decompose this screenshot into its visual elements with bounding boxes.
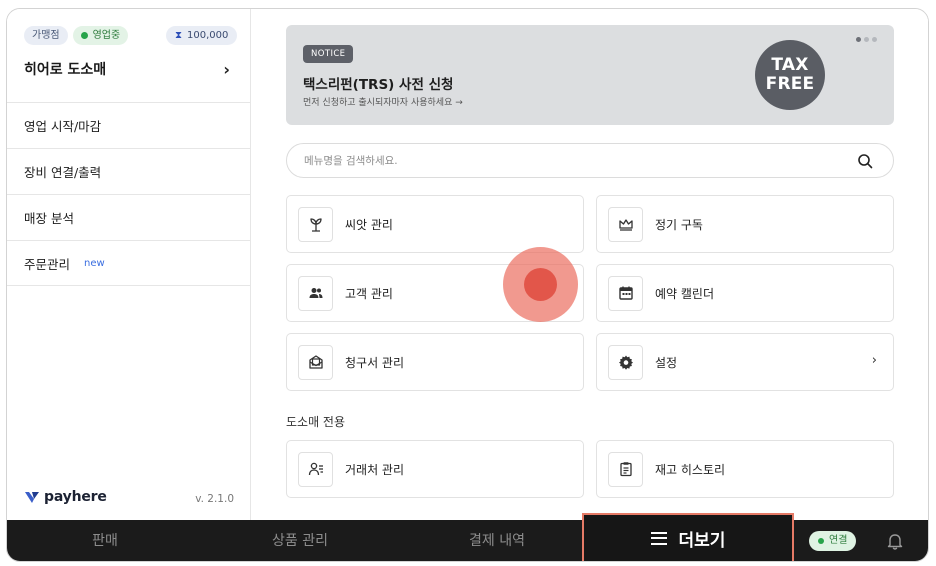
store-name: 히어로 도소매 xyxy=(24,62,107,78)
menu-card-label: 씨앗 관리 xyxy=(345,217,393,232)
search-icon[interactable] xyxy=(857,153,873,169)
menu-card-reservation-calendar[interactable]: 예약 캘린더 xyxy=(596,264,894,322)
open-status-badge: 영업중 xyxy=(72,26,129,45)
clipboard-icon xyxy=(608,451,643,487)
tap-indicator xyxy=(503,247,578,322)
tax-free-line-2: FREE xyxy=(765,74,815,94)
sidebar-item-devices[interactable]: 장비 연결/출력 xyxy=(7,148,250,194)
menu-card-inventory-history[interactable]: 재고 히스토리 xyxy=(596,440,894,498)
branch-badge: 가맹점 xyxy=(24,26,68,45)
points-value: 100,000 xyxy=(187,30,229,41)
search-input[interactable]: 메뉴명을 검색하세요. xyxy=(304,153,893,168)
connection-status-badge[interactable]: 연결 xyxy=(809,531,857,551)
chevron-right-icon: › xyxy=(871,353,877,368)
invoice-icon xyxy=(298,344,333,380)
menu-icon xyxy=(650,531,667,545)
app-version: v. 2.1.0 xyxy=(195,493,234,505)
points-badge[interactable]: ⧗ 100,000 xyxy=(166,26,238,45)
menu-card-label: 고객 관리 xyxy=(345,286,393,301)
menu-card-label: 예약 캘린더 xyxy=(655,286,715,301)
notice-title: 택스리펀(TRS) 사전 신청 xyxy=(303,77,454,93)
chevron-right-icon: › xyxy=(223,59,230,79)
pager-dot xyxy=(872,37,877,42)
open-status-label: 영업중 xyxy=(92,30,121,41)
menu-card-label: 청구서 관리 xyxy=(345,355,405,370)
sidebar-item-label: 장비 연결/출력 xyxy=(24,165,102,180)
status-dot-icon xyxy=(80,32,88,39)
section-title-wholesale: 도소매 전용 xyxy=(286,415,346,429)
menu-card-partners[interactable]: 거래처 관리 xyxy=(286,440,584,498)
people-icon xyxy=(298,275,333,311)
tab-products[interactable]: 상품 관리 xyxy=(250,520,350,561)
sidebar-item-label: 주문관리 xyxy=(24,256,71,272)
pager-dot xyxy=(856,37,861,42)
menu-card-settings[interactable]: 설정 › xyxy=(596,333,894,391)
menu-card-label: 설정 xyxy=(655,355,678,370)
menu-card-subscription[interactable]: 정기 구독 xyxy=(596,195,894,253)
menu-card-label: 거래처 관리 xyxy=(345,462,405,477)
tab-payments[interactable]: 결제 내역 xyxy=(447,520,547,561)
sidebar-item-analytics[interactable]: 매장 분석 xyxy=(7,194,250,240)
tax-free-line-1: TAX xyxy=(771,55,809,75)
partner-icon xyxy=(298,451,333,487)
tap-indicator-center xyxy=(524,268,557,301)
tax-free-badge: TAX FREE xyxy=(755,40,825,110)
banner-pager xyxy=(856,37,877,42)
sidebar-item-label: 영업 시작/마감 xyxy=(24,119,102,134)
menu-card-label: 정기 구독 xyxy=(655,217,703,232)
menu-search[interactable]: 메뉴명을 검색하세요. xyxy=(286,143,894,178)
brand-logo: payhere xyxy=(24,489,107,505)
pager-dot xyxy=(864,37,869,42)
status-dot-icon xyxy=(818,538,824,544)
payhere-logo-icon xyxy=(25,492,39,503)
connection-label: 연결 xyxy=(829,535,848,546)
menu-card-invoice[interactable]: 청구서 관리 xyxy=(286,333,584,391)
tab-sales[interactable]: 판매 xyxy=(55,520,155,561)
tab-more-label: 더보기 xyxy=(678,530,726,551)
gear-icon xyxy=(608,344,643,380)
sprout-icon xyxy=(298,206,333,242)
store-selector[interactable]: 히어로 도소매 › xyxy=(24,57,230,81)
sidebar-item-orders[interactable]: 주문관리 new xyxy=(7,240,250,286)
notice-banner[interactable]: NOTICE 택스리펀(TRS) 사전 신청 먼저 신청하고 출시되자마자 사용… xyxy=(286,25,894,125)
hourglass-icon: ⧗ xyxy=(175,30,183,41)
main-content: NOTICE 택스리펀(TRS) 사전 신청 먼저 신청하고 출시되자마자 사용… xyxy=(252,9,928,520)
sidebar-menu: 영업 시작/마감 장비 연결/출력 매장 분석 주문관리 new xyxy=(7,102,250,286)
notice-subtitle: 먼저 신청하고 출시되자마자 사용하세요 → xyxy=(303,98,463,108)
sidebar: 가맹점 영업중 ⧗ 100,000 히어로 도소매 › 영업 시작/마감 장비 … xyxy=(7,9,251,520)
calendar-icon xyxy=(608,275,643,311)
menu-card-label: 재고 히스토리 xyxy=(655,462,726,477)
new-badge: new xyxy=(84,257,105,269)
sidebar-item-business-hours[interactable]: 영업 시작/마감 xyxy=(7,102,250,148)
app-window: 가맹점 영업중 ⧗ 100,000 히어로 도소매 › 영업 시작/마감 장비 … xyxy=(6,8,929,562)
sidebar-item-label: 매장 분석 xyxy=(24,211,74,226)
notice-tag: NOTICE xyxy=(303,45,354,63)
bottom-nav: 판매 상품 관리 결제 내역 더보기 연결 xyxy=(7,513,928,561)
menu-card-seed[interactable]: 씨앗 관리 xyxy=(286,195,584,253)
brand-name: payhere xyxy=(44,489,107,505)
crown-icon xyxy=(608,206,643,242)
store-badges: 가맹점 영업중 xyxy=(24,26,129,45)
bell-icon[interactable] xyxy=(886,532,904,550)
tab-more[interactable]: 더보기 xyxy=(582,513,794,561)
